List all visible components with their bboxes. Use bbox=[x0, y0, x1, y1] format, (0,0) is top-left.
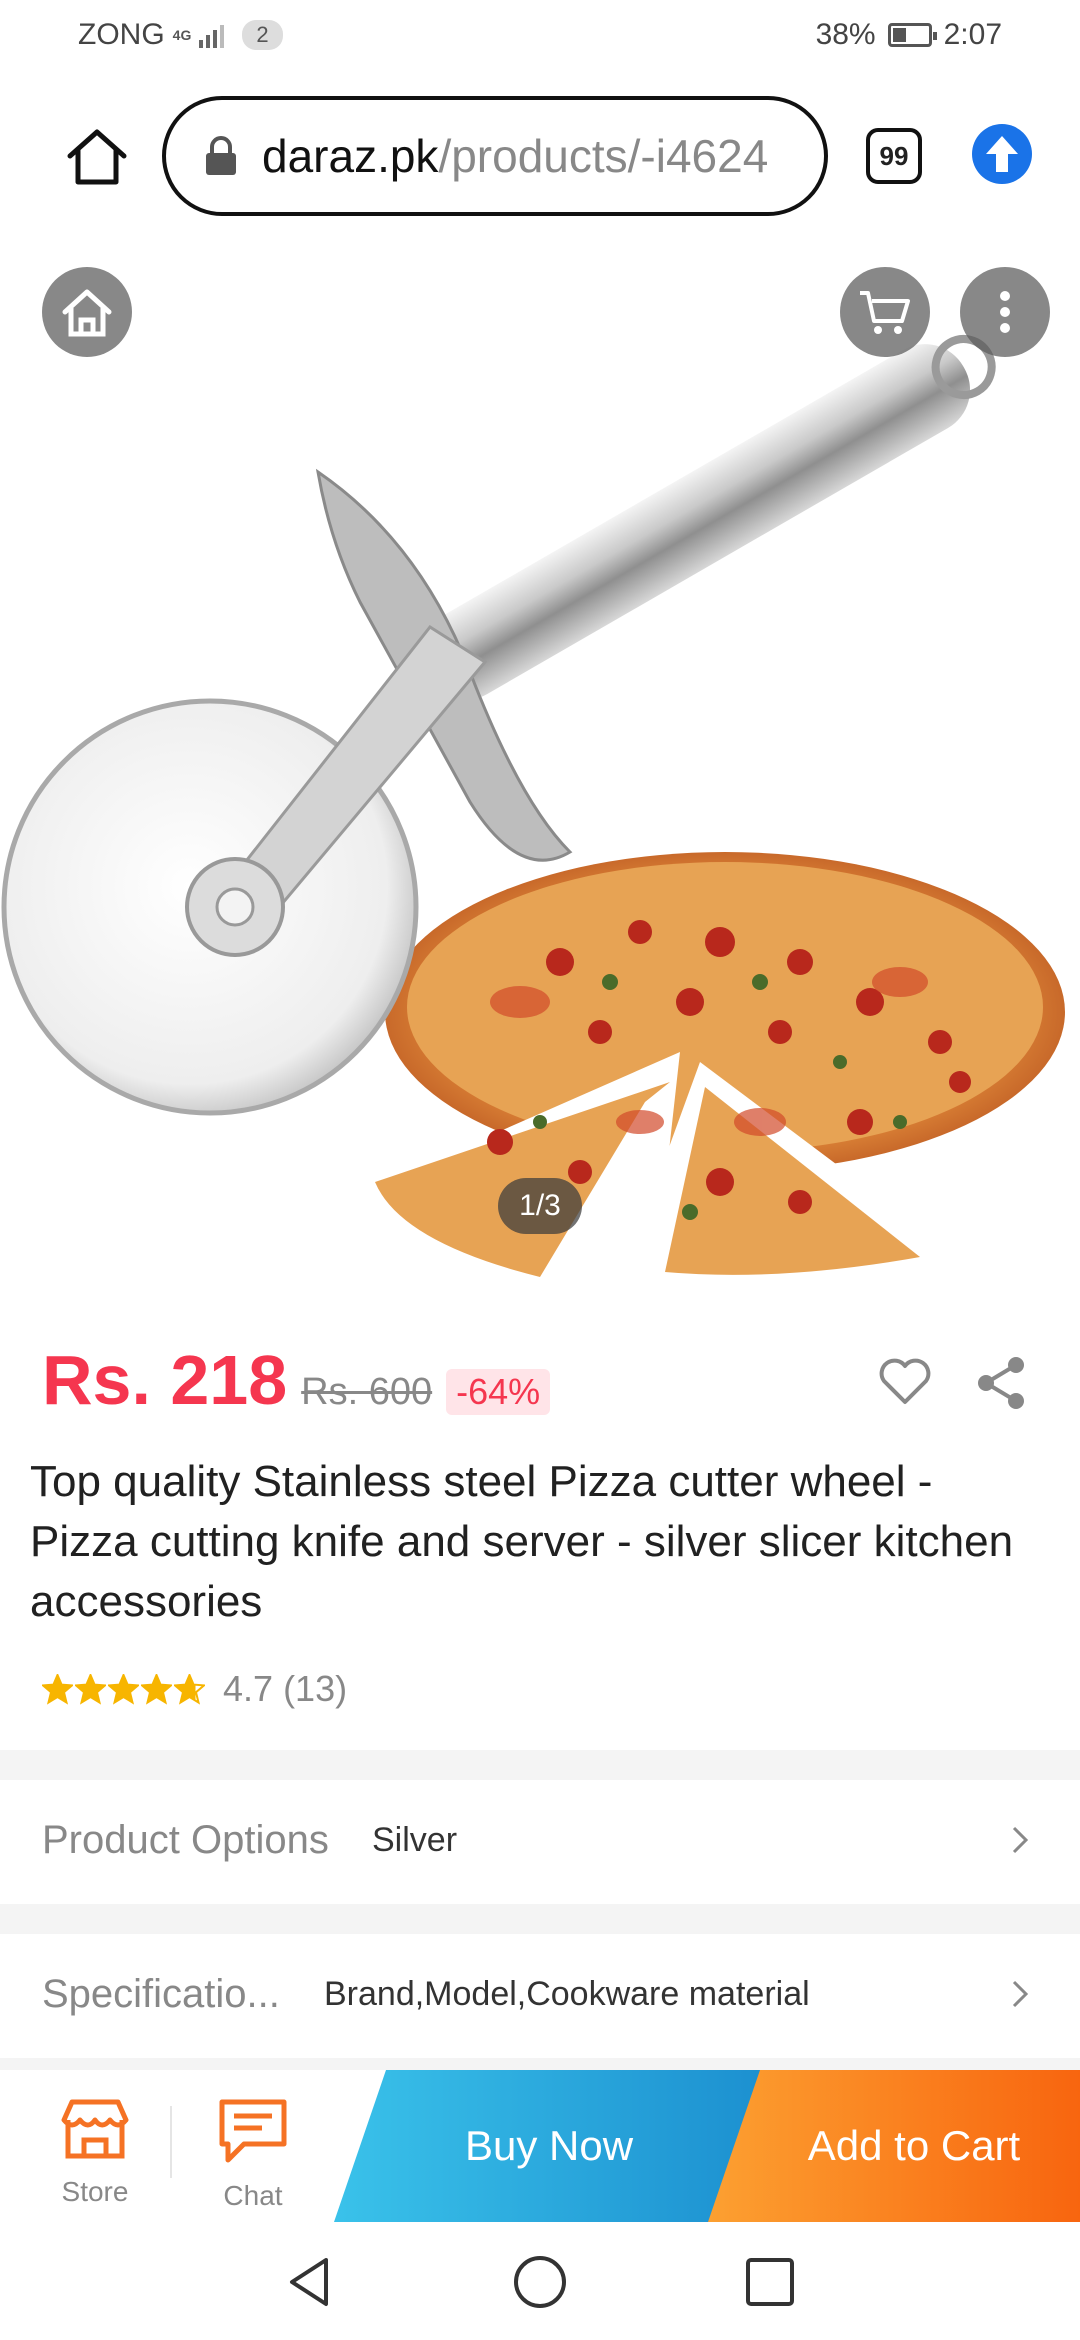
star-icon bbox=[75, 1673, 106, 1705]
arrow-up-icon bbox=[986, 136, 1018, 172]
rating-row[interactable]: 4.7 (13) bbox=[42, 1668, 347, 1710]
buy-now-button[interactable]: Buy Now bbox=[334, 2070, 764, 2222]
share-icon[interactable] bbox=[972, 1354, 1030, 1412]
lock-icon bbox=[206, 136, 236, 175]
gallery-cart-button[interactable] bbox=[840, 267, 930, 357]
star-icon bbox=[141, 1673, 172, 1705]
browser-toolbar: daraz.pk/products/-i4624 99 bbox=[0, 72, 1080, 242]
battery-icon bbox=[887, 23, 937, 47]
url-path: /products/-i4624 bbox=[438, 130, 769, 182]
more-vertical-icon bbox=[1000, 291, 1010, 333]
discount-badge: -64% bbox=[446, 1369, 551, 1415]
store-icon bbox=[61, 2099, 129, 2159]
section-divider bbox=[0, 1750, 1080, 1780]
battery-percent: 38% bbox=[815, 18, 876, 51]
specifications-label: Specificatio... bbox=[42, 1971, 280, 2016]
carrier-label: ZONG bbox=[78, 18, 165, 51]
sim-badge: 2 bbox=[242, 20, 283, 50]
chat-button[interactable]: Chat bbox=[178, 2070, 328, 2222]
price-row: Rs. 218 Rs. 600 -64% bbox=[42, 1340, 551, 1420]
url-text: daraz.pk/products/-i4624 bbox=[262, 129, 768, 183]
image-counter: 1/3 bbox=[498, 1178, 582, 1234]
status-left: ZONG 4G 2 bbox=[78, 18, 283, 52]
home-circle-icon[interactable] bbox=[510, 2252, 570, 2312]
home-icon[interactable] bbox=[64, 124, 130, 190]
action-divider bbox=[170, 2106, 172, 2178]
system-navigation-bar bbox=[0, 2222, 1080, 2340]
chevron-right-icon bbox=[1012, 1826, 1029, 1854]
specifications-row[interactable]: Specificatio... Brand,Model,Cookware mat… bbox=[0, 1934, 1080, 2054]
section-divider bbox=[0, 2058, 1080, 2070]
address-bar[interactable]: daraz.pk/products/-i4624 bbox=[162, 96, 828, 216]
rating-value: 4.7 bbox=[223, 1668, 274, 1709]
product-options-label: Product Options bbox=[42, 1817, 329, 1862]
rating-stars bbox=[42, 1673, 205, 1705]
chat-label: Chat bbox=[223, 2180, 283, 2211]
url-domain: daraz.pk bbox=[262, 130, 439, 182]
product-title: Top quality Stainless steel Pizza cutter… bbox=[30, 1457, 1014, 1626]
gallery-menu-button[interactable] bbox=[960, 267, 1050, 357]
tab-switcher-button[interactable]: 99 bbox=[866, 128, 922, 184]
heart-icon[interactable] bbox=[878, 1358, 932, 1406]
product-image bbox=[1, 335, 1065, 1277]
cart-icon bbox=[860, 291, 910, 334]
recents-icon[interactable] bbox=[740, 2252, 800, 2312]
product-image-gallery[interactable]: 1/3 bbox=[0, 242, 1080, 1282]
product-options-row[interactable]: Product Options Silver bbox=[0, 1780, 1080, 1900]
add-to-cart-button[interactable]: Add to Cart bbox=[708, 2070, 1080, 2222]
rating-text: 4.7 (13) bbox=[223, 1668, 347, 1710]
status-right: 38% 2:07 bbox=[816, 18, 1002, 52]
chevron-right-icon bbox=[1012, 1980, 1029, 2008]
clock: 2:07 bbox=[943, 18, 1002, 51]
chat-icon bbox=[219, 2099, 287, 2163]
star-icon bbox=[42, 1673, 73, 1705]
star-icon bbox=[108, 1673, 139, 1705]
gallery-home-button[interactable] bbox=[42, 267, 132, 357]
star-icon bbox=[174, 1673, 205, 1705]
update-button[interactable] bbox=[972, 124, 1032, 184]
review-count: (13) bbox=[283, 1668, 348, 1709]
specifications-value: Brand,Model,Cookware material bbox=[324, 1974, 810, 2013]
product-options-value: Silver bbox=[372, 1820, 458, 1859]
store-button[interactable]: Store bbox=[20, 2070, 170, 2222]
section-divider bbox=[0, 1904, 1080, 1934]
store-label: Store bbox=[61, 2176, 129, 2207]
original-price: Rs. 600 bbox=[301, 1371, 433, 1413]
home-icon bbox=[62, 289, 112, 337]
current-price: Rs. 218 bbox=[42, 1341, 288, 1419]
signal-icon bbox=[199, 22, 225, 48]
back-icon[interactable] bbox=[280, 2252, 340, 2312]
status-bar: ZONG 4G 2 38% 2:07 bbox=[0, 0, 1080, 72]
network-type: 4G bbox=[172, 27, 192, 43]
bottom-action-bar: Store Chat Buy Now Add to Cart bbox=[0, 2070, 1080, 2222]
